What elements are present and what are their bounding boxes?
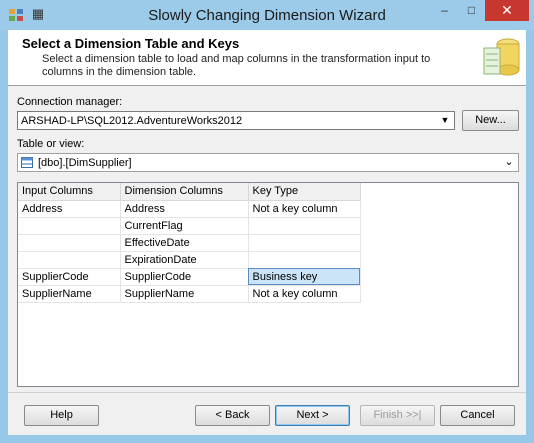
new-connection-button[interactable]: New...: [462, 110, 519, 131]
table-or-view-label: Table or view:: [17, 138, 85, 150]
table-row[interactable]: SupplierName SupplierName Not a key colu…: [18, 285, 361, 303]
wizard-page: Select a Dimension Table and Keys Select…: [8, 30, 526, 435]
chevron-down-icon[interactable]: ⌄: [500, 154, 518, 171]
connection-manager-label: Connection manager:: [17, 96, 123, 108]
dimension-column-cell: SupplierCode: [120, 268, 249, 286]
connection-manager-combo[interactable]: ARSHAD-LP\SQL2012.AdventureWorks2012 ▼: [17, 111, 455, 130]
table-or-view-combo[interactable]: [dbo].[DimSupplier] ⌄: [17, 153, 519, 172]
input-column-cell[interactable]: SupplierName: [18, 285, 121, 303]
grid-header-row: Input Columns Dimension Columns Key Type: [18, 183, 361, 201]
finish-button[interactable]: Finish >>|: [360, 405, 435, 426]
dimension-column-cell: Address: [120, 200, 249, 218]
table-row[interactable]: CurrentFlag: [18, 217, 361, 235]
connection-manager-value: ARSHAD-LP\SQL2012.AdventureWorks2012: [21, 115, 243, 127]
table-or-view-value: [dbo].[DimSupplier]: [38, 157, 132, 169]
dimension-column-cell: SupplierName: [120, 285, 249, 303]
dimension-column-cell: EffectiveDate: [120, 234, 249, 252]
column-header[interactable]: Dimension Columns: [120, 183, 249, 201]
table-row[interactable]: ExpirationDate: [18, 251, 361, 269]
column-mapping-grid: Input Columns Dimension Columns Key Type…: [17, 182, 519, 387]
key-type-cell[interactable]: [248, 251, 361, 269]
page-title: Select a Dimension Table and Keys: [22, 36, 240, 51]
dropdown-arrow-icon[interactable]: ▼: [436, 112, 454, 129]
dimension-column-cell: CurrentFlag: [120, 217, 249, 235]
page-description: Select a dimension table to load and map…: [42, 53, 431, 78]
next-button[interactable]: Next >: [275, 405, 350, 426]
input-column-cell[interactable]: [18, 234, 121, 252]
cancel-button[interactable]: Cancel: [440, 405, 515, 426]
input-column-cell[interactable]: [18, 251, 121, 269]
minimize-button[interactable]: –: [431, 0, 458, 21]
column-header[interactable]: Key Type: [248, 183, 361, 201]
key-type-cell[interactable]: Not a key column: [248, 285, 361, 303]
input-column-cell[interactable]: SupplierCode: [18, 268, 121, 286]
title-bar[interactable]: ▦ Slowly Changing Dimension Wizard – □ ✕: [0, 0, 534, 30]
table-row[interactable]: EffectiveDate: [18, 234, 361, 252]
key-type-cell[interactable]: Not a key column: [248, 200, 361, 218]
footer-divider: [8, 392, 526, 393]
dimension-wizard-icon: [482, 34, 522, 80]
wizard-window: ▦ Slowly Changing Dimension Wizard – □ ✕…: [0, 0, 534, 443]
key-type-cell[interactable]: [248, 217, 361, 235]
column-header[interactable]: Input Columns: [18, 183, 121, 201]
input-column-cell[interactable]: Address: [18, 200, 121, 218]
input-column-cell[interactable]: [18, 217, 121, 235]
dimension-column-cell: ExpirationDate: [120, 251, 249, 269]
close-button[interactable]: ✕: [485, 0, 529, 21]
help-button[interactable]: Help: [24, 405, 99, 426]
key-type-cell[interactable]: [248, 234, 361, 252]
table-row[interactable]: Address Address Not a key column: [18, 200, 361, 218]
key-type-cell-selected[interactable]: Business key: [248, 268, 361, 286]
page-header: Select a Dimension Table and Keys Select…: [8, 30, 526, 86]
table-row[interactable]: SupplierCode SupplierCode Business key: [18, 268, 361, 286]
table-icon: [21, 157, 33, 171]
maximize-button[interactable]: □: [458, 0, 485, 21]
back-button[interactable]: < Back: [195, 405, 270, 426]
